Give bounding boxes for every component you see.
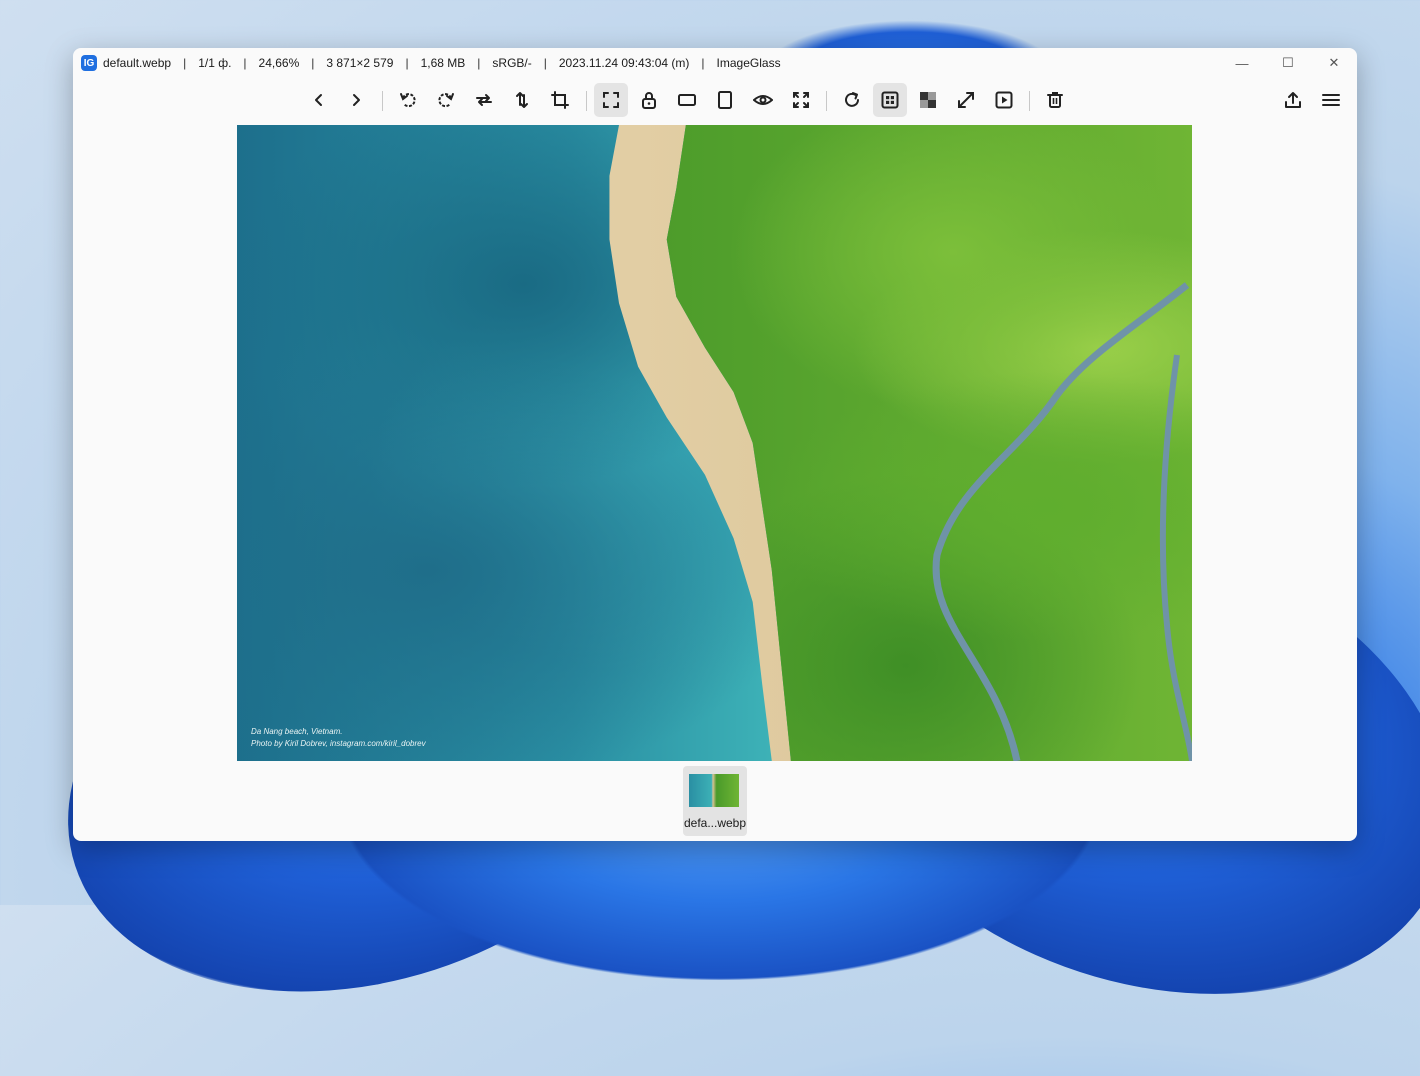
thumbnail-label: defa...webp <box>683 816 747 830</box>
zoom-level: 24,66% <box>258 56 300 70</box>
flip-vertical-icon <box>516 92 528 108</box>
checkerboard-button[interactable] <box>911 83 945 117</box>
separator: | <box>183 56 187 70</box>
toolbar-separator <box>382 91 383 111</box>
image-caption: Da Nang beach, Vietnam. Photo by Kiril D… <box>251 726 426 750</box>
crop-icon <box>551 91 569 109</box>
toolbar-separator <box>586 91 587 111</box>
imageglass-icon: IG <box>81 55 97 71</box>
toolbar-separator <box>1029 91 1030 111</box>
window-controls: — ☐ ✕ <box>1219 48 1357 78</box>
image-dimensions: 3 871×2 579 <box>326 56 394 70</box>
close-button[interactable]: ✕ <box>1311 48 1357 78</box>
toolbar <box>73 80 1357 120</box>
previous-button[interactable] <box>302 83 336 117</box>
scale-to-height-icon <box>718 91 732 109</box>
crop-button[interactable] <box>543 83 577 117</box>
auto-zoom-button[interactable] <box>594 83 628 117</box>
date-modified: 2023.11.24 09:43:04 (m) <box>558 56 690 70</box>
fullscreen-button[interactable] <box>949 83 983 117</box>
flip-horizontal-button[interactable] <box>467 83 501 117</box>
imageglass-window: IG default.webp | 1/1 ф. | 24,66% | 3 87… <box>73 48 1357 841</box>
file-size: 1,68 MB <box>420 56 466 70</box>
separator: | <box>701 56 705 70</box>
flip-horizontal-icon <box>476 94 492 106</box>
separator: | <box>405 56 409 70</box>
scale-to-fit-button[interactable] <box>784 83 818 117</box>
delete-button[interactable] <box>1038 83 1072 117</box>
menu-icon <box>1322 94 1340 106</box>
auto-zoom-icon <box>603 92 619 108</box>
lock-zoom-icon <box>642 92 656 109</box>
app-name: ImageGlass <box>716 56 781 70</box>
scale-to-height-button[interactable] <box>708 83 742 117</box>
flip-vertical-button[interactable] <box>505 83 539 117</box>
slideshow-icon <box>995 91 1013 109</box>
scale-to-fit-icon <box>793 92 809 108</box>
slideshow-button[interactable] <box>987 83 1021 117</box>
view-button[interactable] <box>746 83 780 117</box>
rotate-left-icon <box>400 93 416 108</box>
main-menu-button[interactable] <box>1314 83 1348 117</box>
separator: | <box>543 56 547 70</box>
separator: | <box>311 56 315 70</box>
lock-zoom-button[interactable] <box>632 83 666 117</box>
rotate-left-button[interactable] <box>391 83 425 117</box>
checkerboard-icon <box>920 92 936 108</box>
share-button[interactable] <box>1276 83 1310 117</box>
share-icon <box>1285 92 1301 108</box>
caption-credit: Photo by Kiril Dobrev, instagram.com/kir… <box>251 739 426 748</box>
gallery-icon <box>881 91 899 109</box>
refresh-button[interactable] <box>835 83 869 117</box>
eye-icon <box>753 95 773 105</box>
toolbar-separator <box>826 91 827 111</box>
rotate-right-icon <box>438 93 454 108</box>
chevron-left-icon <box>315 94 322 106</box>
maximize-button[interactable]: ☐ <box>1265 48 1311 78</box>
thumbnail-strip: defa...webp <box>73 761 1357 841</box>
thumbnail-image <box>689 774 739 807</box>
scale-to-width-icon <box>678 94 696 106</box>
scale-to-width-button[interactable] <box>670 83 704 117</box>
fullscreen-icon <box>958 92 974 108</box>
refresh-icon <box>845 92 859 107</box>
next-button[interactable] <box>339 83 373 117</box>
gallery-button[interactable] <box>873 83 907 117</box>
chevron-right-icon <box>353 94 360 106</box>
separator: | <box>477 56 481 70</box>
thumbnail-item[interactable]: defa...webp <box>683 766 747 836</box>
filename: default.webp <box>103 56 172 70</box>
image-viewer[interactable]: Da Nang beach, Vietnam. Photo by Kiril D… <box>237 125 1192 761</box>
color-profile: sRGB/- <box>492 56 532 70</box>
delete-icon <box>1047 92 1063 108</box>
image-index: 1/1 ф. <box>198 56 232 70</box>
caption-location: Da Nang beach, Vietnam. <box>251 727 343 736</box>
title-bar[interactable]: IG default.webp | 1/1 ф. | 24,66% | 3 87… <box>73 48 1357 78</box>
image-info: default.webp | 1/1 ф. | 24,66% | 3 871×2… <box>103 56 781 70</box>
rotate-right-button[interactable] <box>429 83 463 117</box>
photo-road <box>932 282 1192 761</box>
separator: | <box>243 56 247 70</box>
minimize-button[interactable]: — <box>1219 48 1265 78</box>
